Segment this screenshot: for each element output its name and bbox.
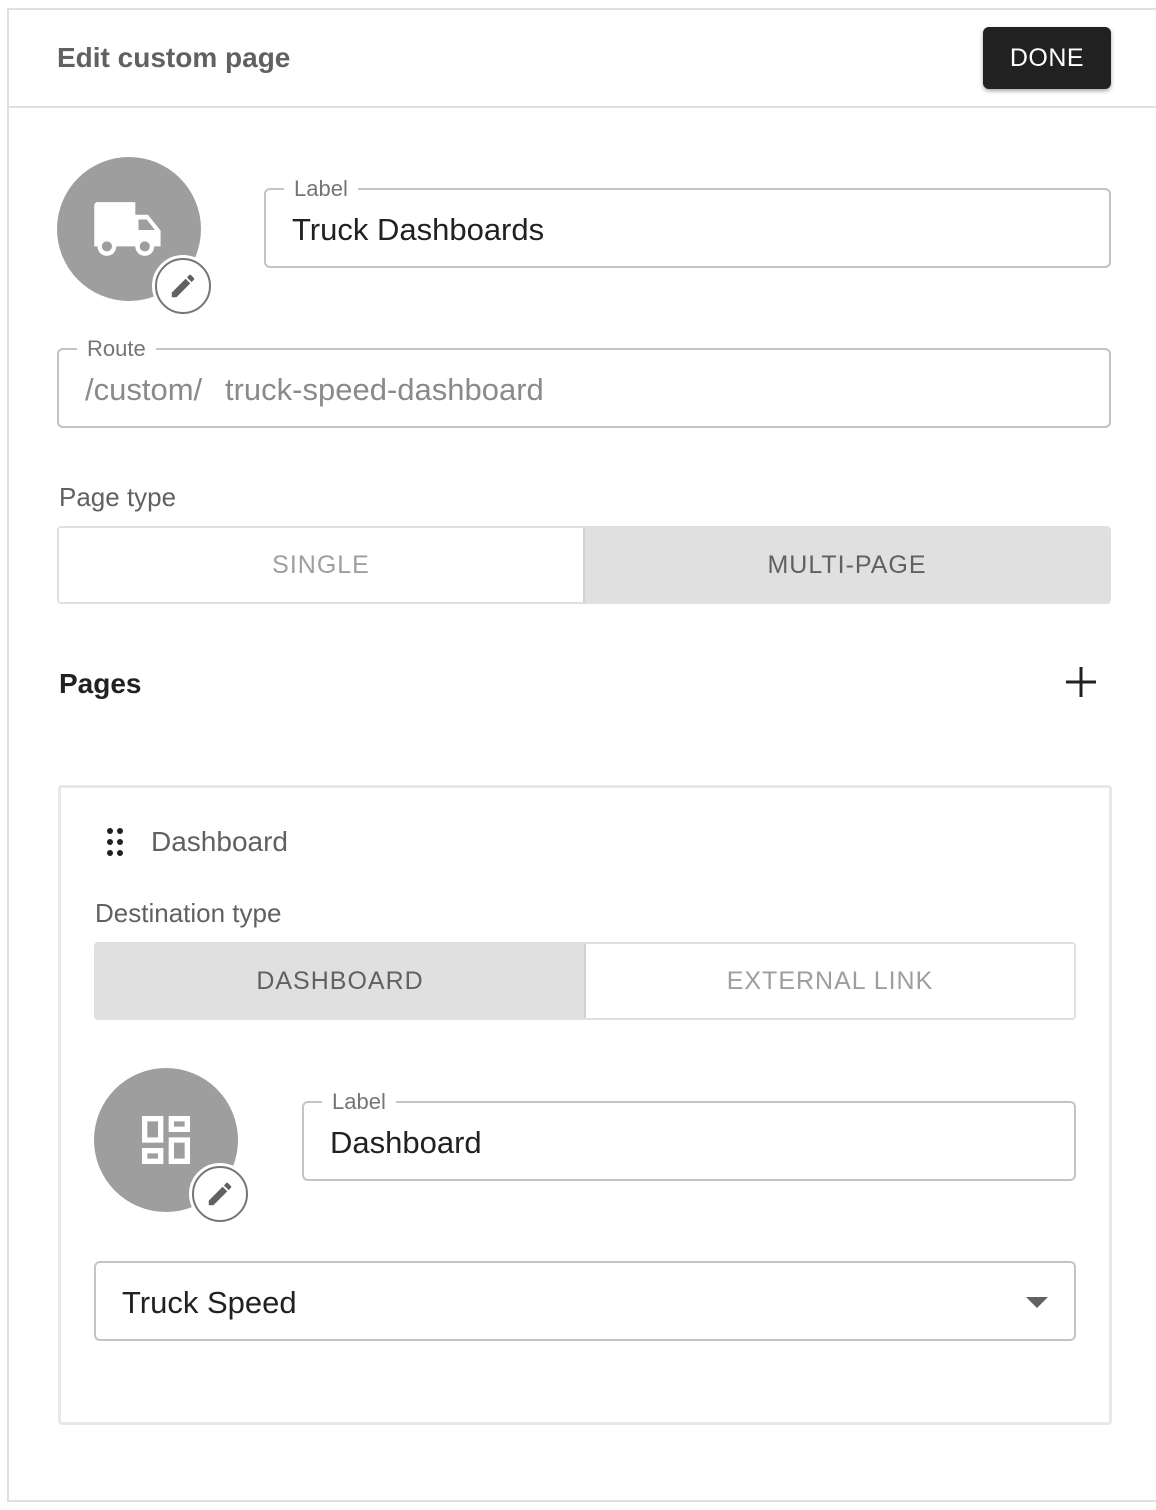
label-field[interactable]: Label Truck Dashboards [264, 176, 1111, 268]
label-field-legend: Label [284, 176, 358, 202]
add-page-button[interactable] [1061, 662, 1101, 702]
route-input[interactable]: truck-speed-dashboard [225, 372, 544, 408]
page-item-label-field[interactable]: Label Dashboard [302, 1089, 1076, 1181]
route-field[interactable]: Route /custom/ truck-speed-dashboard [57, 336, 1111, 428]
edit-page-item-icon-button[interactable] [189, 1163, 251, 1225]
page-item-name: Dashboard [151, 826, 288, 857]
page-type-single[interactable]: SINGLE [59, 528, 583, 602]
pages-title: Pages [59, 668, 142, 699]
page-card: Dashboard Destination type DASHBOARD EXT… [58, 785, 1112, 1425]
dashboard-select-value: Truck Speed [122, 1285, 297, 1320]
page-type-label: Page type [59, 482, 177, 512]
pencil-icon [171, 274, 195, 298]
edit-page-icon-button[interactable] [152, 255, 214, 317]
dashboard-select[interactable]: Truck Speed [94, 1261, 1076, 1341]
plus-icon [1066, 667, 1096, 697]
page-title: Edit custom page [57, 42, 291, 73]
destination-type-toggle: DASHBOARD EXTERNAL LINK [94, 942, 1076, 1020]
route-field-legend: Route [77, 336, 156, 362]
edit-custom-page-panel: Edit custom page DONE Label Truck Dashbo… [7, 8, 1156, 1502]
label-input[interactable]: Truck Dashboards [292, 212, 544, 248]
drag-handle-icon[interactable] [105, 826, 125, 858]
page-type-multi-page[interactable]: MULTI-PAGE [583, 528, 1109, 602]
panel-header: Edit custom page DONE [9, 10, 1156, 108]
truck-icon [94, 202, 161, 256]
page-item-label-input[interactable]: Dashboard [330, 1125, 482, 1161]
destination-external-link[interactable]: EXTERNAL LINK [584, 944, 1074, 1018]
route-prefix: /custom/ [85, 372, 203, 407]
destination-dashboard[interactable]: DASHBOARD [96, 944, 584, 1018]
page-type-toggle: SINGLE MULTI-PAGE [57, 526, 1111, 604]
dashboard-icon [142, 1116, 190, 1164]
page-item-label-legend: Label [322, 1089, 396, 1115]
pencil-icon [208, 1182, 232, 1206]
done-button[interactable]: DONE [983, 27, 1111, 89]
dropdown-arrow-icon [1026, 1297, 1048, 1308]
destination-type-label: Destination type [95, 898, 282, 928]
